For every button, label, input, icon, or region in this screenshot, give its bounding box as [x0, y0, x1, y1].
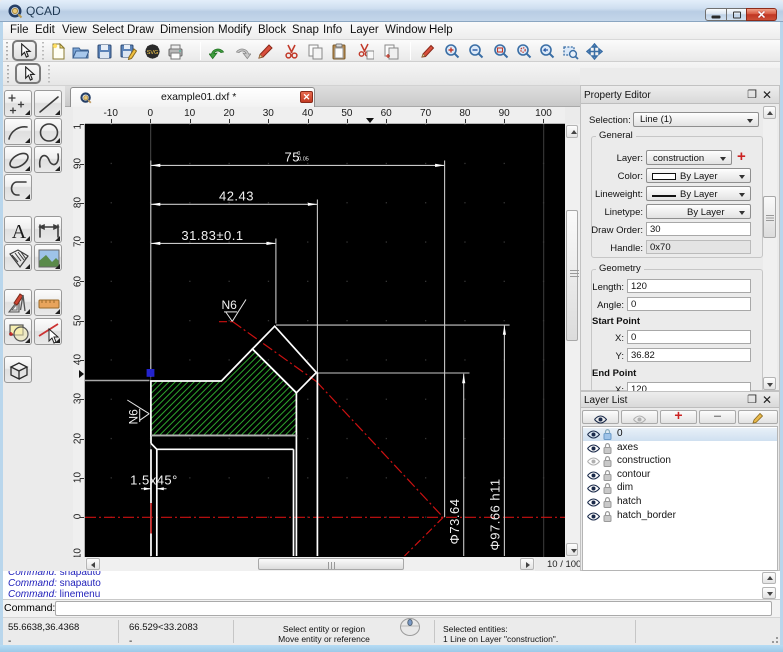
svg-text:-0.05: -0.05 [296, 157, 309, 163]
svg-text:1.5x45°: 1.5x45° [130, 473, 178, 488]
svg-text:N6: N6 [222, 298, 238, 312]
svg-text:42.43: 42.43 [219, 189, 254, 204]
svg-text:Φ73.64: Φ73.64 [447, 499, 462, 545]
svg-text:N6: N6 [127, 409, 141, 425]
svg-text:31.83±0.1: 31.83±0.1 [181, 228, 243, 243]
svg-text:SVG: SVG [147, 50, 159, 56]
svg-text:Φ97.66 h11: Φ97.66 h11 [488, 478, 503, 550]
